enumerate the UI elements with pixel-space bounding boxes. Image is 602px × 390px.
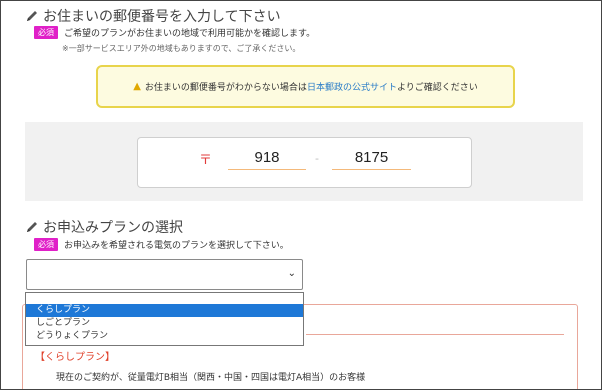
postal-mark-icon: 〒 xyxy=(199,153,213,168)
warning-icon: ▲ xyxy=(133,81,141,92)
notice-text-after: よりご確認ください xyxy=(396,83,478,93)
plan-instruction: お申込みを希望される電気のプランを選択して下さい。 xyxy=(64,241,289,251)
chevron-down-icon: ⌄ xyxy=(287,268,296,279)
plan-card-divider xyxy=(306,334,564,335)
zip-separator: - xyxy=(315,152,319,165)
notice-text-before: お住まいの郵便番号がわからない場合は xyxy=(144,83,307,93)
service-area-note: ※一部サービスエリア外の地域もありますので、ご了承ください。 xyxy=(62,44,301,53)
plan-title-text: お申込みプランの選択 xyxy=(43,220,183,236)
plan-card-name: 【くらしプラン】 xyxy=(35,352,115,363)
postal-notice-box: ▲ お住まいの郵便番号がわからない場合は 日本郵政の公式サイト よりご確認くださ… xyxy=(96,65,515,108)
pencil-icon xyxy=(27,222,37,232)
zip-first-input[interactable] xyxy=(228,146,306,170)
dropdown-option-shigoto[interactable]: しごとプラン xyxy=(26,317,303,330)
zip-second-input[interactable] xyxy=(332,146,411,170)
plan-select[interactable]: ⌄ xyxy=(26,259,303,290)
plan-card-description: 現在のご契約が、従量電灯B相当（関西・中国・四国は電灯A相当）のお客様 xyxy=(56,373,366,383)
pencil-icon xyxy=(27,11,37,21)
plan-section-title: お申込みプランの選択 xyxy=(25,217,183,237)
required-badge: 必須 xyxy=(34,238,58,251)
japan-post-link[interactable]: 日本郵政の公式サイト xyxy=(307,80,397,93)
dropdown-option-kurashi[interactable]: くらしプラン xyxy=(26,304,303,317)
plan-dropdown-list: くらしプラン しごとプラン どうりょくプラン xyxy=(25,292,304,346)
required-badge: 必須 xyxy=(34,26,58,39)
postal-instruction: ご希望のプランがお住まいの地域で利用可能かを確認します。 xyxy=(64,29,316,39)
postal-title-text: お住まいの郵便番号を入力して下さい xyxy=(43,9,281,25)
postal-section-title: お住まいの郵便番号を入力して下さい xyxy=(25,6,281,26)
dropdown-option-douryoku[interactable]: どうりょくプラン xyxy=(26,330,303,343)
plan-instruction-row: 必須 お申込みを希望される電気のプランを選択して下さい。 xyxy=(34,238,289,251)
postal-instruction-row: 必須 ご希望のプランがお住まいの地域で利用可能かを確認します。 xyxy=(34,26,315,39)
